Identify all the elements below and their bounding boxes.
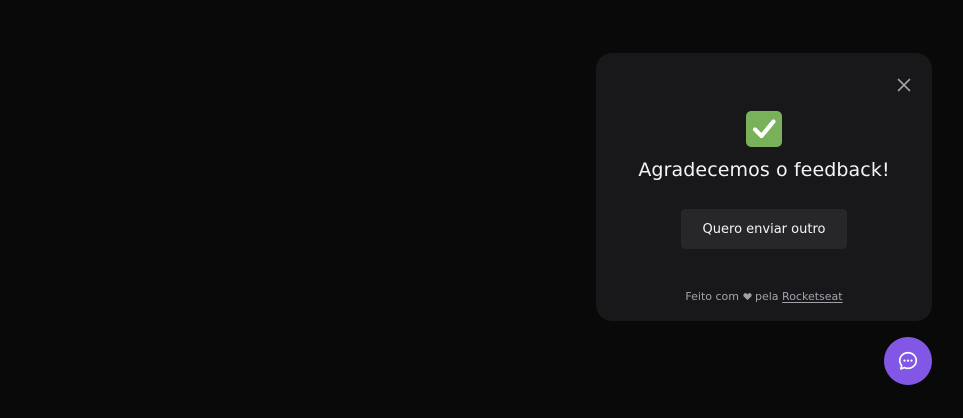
check-mark-button-emoji-icon [746,111,782,147]
footer: Feito com pela Rocketseat [596,290,932,303]
heart-icon [742,293,752,301]
rocketseat-link[interactable]: Rocketseat [782,290,843,303]
send-another-button[interactable]: Quero enviar outro [681,209,847,249]
success-title: Agradecemos o feedback! [638,159,890,181]
chat-bubble-icon [898,351,918,370]
feedback-fab-button[interactable] [884,337,932,385]
close-button[interactable] [892,73,916,97]
footer-prefix: Feito com [685,290,739,303]
page: Agradecemos o feedback! Quero enviar out… [0,0,963,418]
footer-middle: pela [755,290,779,303]
feedback-widget: Agradecemos o feedback! Quero enviar out… [596,53,932,321]
close-icon [897,78,911,92]
